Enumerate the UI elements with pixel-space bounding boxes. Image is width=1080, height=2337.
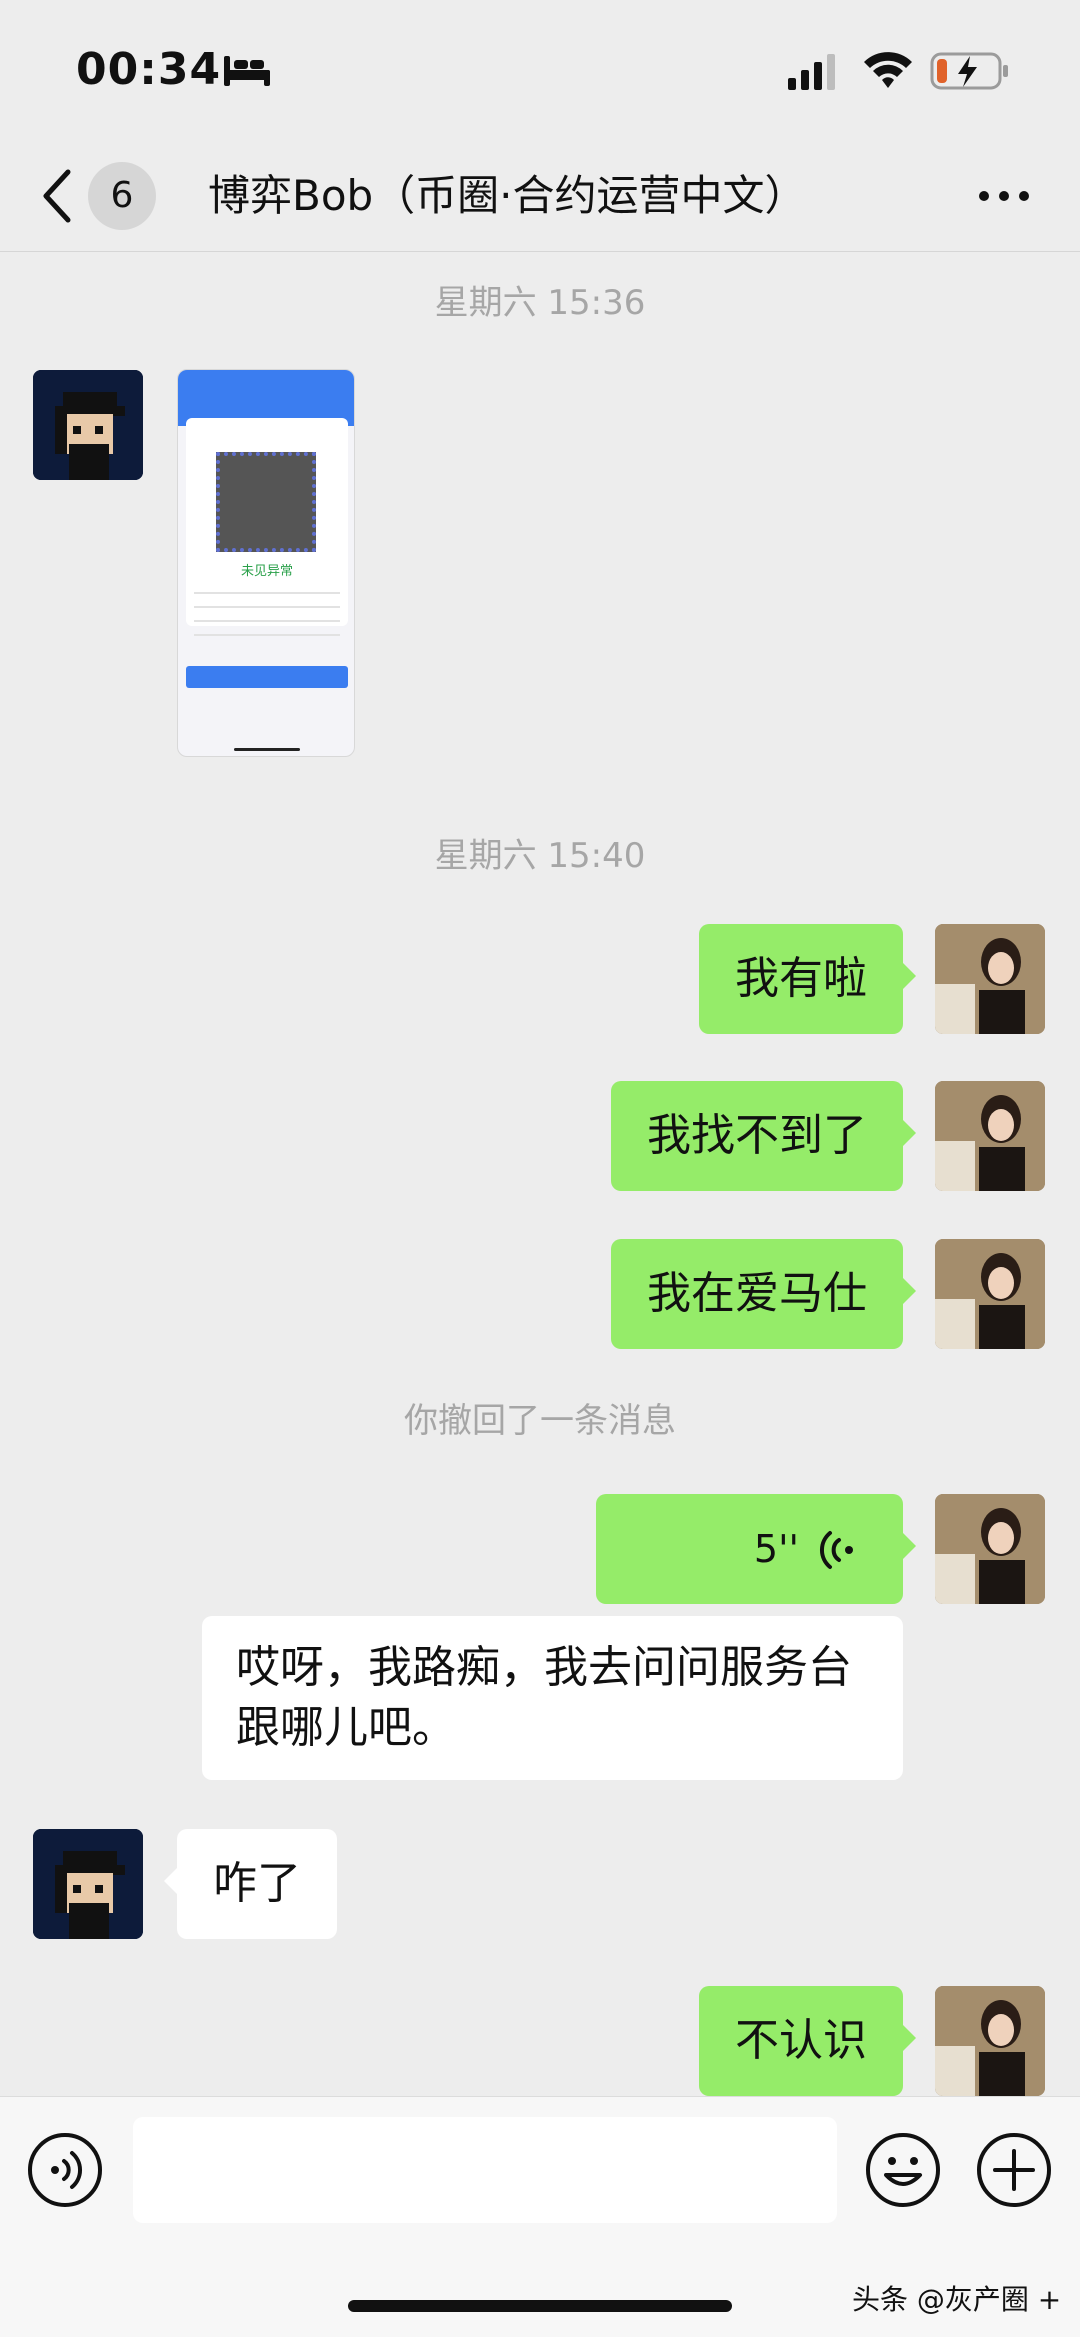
contact-avatar[interactable] xyxy=(33,370,143,480)
photo-avatar-icon xyxy=(935,1494,1045,1604)
chat-screen: 00:34 6 博弈Bob（币圈·合约运营中文） 星期六 15:36 未见异常 … xyxy=(0,0,1080,2337)
thumbnail-info-row xyxy=(194,620,340,622)
photo-avatar-icon xyxy=(935,1986,1045,2096)
message-input[interactable] xyxy=(133,2117,837,2223)
sent-message-bubble[interactable]: 我在爱马仕 xyxy=(611,1239,916,1349)
pixel-avatar-icon xyxy=(33,1829,143,1939)
status-time: 00:34 xyxy=(76,44,222,95)
chat-title: 博弈Bob（币圈·合约运营中文） xyxy=(208,171,807,220)
thumbnail-info-row xyxy=(194,606,340,608)
my-avatar[interactable] xyxy=(935,1239,1045,1349)
thumbnail-info-row xyxy=(194,592,340,594)
thumbnail-status-text: 未见异常 xyxy=(240,564,293,579)
pixel-avatar-icon xyxy=(33,370,143,480)
photo-avatar-icon xyxy=(935,924,1045,1034)
voice-transcription-card[interactable]: 哎呀，我路痴，我去问问服务台 跟哪儿吧。 xyxy=(202,1616,903,1780)
voice-mode-icon[interactable] xyxy=(26,2131,104,2209)
my-avatar[interactable] xyxy=(935,1081,1045,1191)
photo-avatar-icon xyxy=(935,1081,1045,1191)
transcription-line: 跟哪儿吧。 xyxy=(236,1702,456,1753)
watermark: 头条 @灰产圈 + xyxy=(852,2283,1062,2316)
voice-wave-icon xyxy=(819,1531,853,1569)
contact-avatar[interactable] xyxy=(33,1829,143,1939)
battery-charging-icon xyxy=(930,52,1008,90)
emoji-icon[interactable] xyxy=(864,2131,942,2209)
image-message-thumbnail[interactable]: 未见异常 xyxy=(177,369,355,757)
chat-header: 6 博弈Bob（币圈·合约运营中文） xyxy=(0,140,1080,252)
voice-message-bubble[interactable]: 5'' xyxy=(596,1494,916,1604)
status-bar: 00:34 xyxy=(0,0,1080,140)
sent-message-bubble[interactable]: 我找不到了 xyxy=(611,1081,916,1191)
my-avatar[interactable] xyxy=(935,924,1045,1034)
voice-duration: 5'' xyxy=(753,1527,799,1571)
thumbnail-info-row xyxy=(194,634,340,636)
timestamp: 星期六 15:36 xyxy=(434,283,646,323)
unread-count-badge[interactable]: 6 xyxy=(88,162,156,230)
received-message-bubble[interactable]: 咋了 xyxy=(164,1829,337,1939)
sent-message-bubble[interactable]: 我有啦 xyxy=(699,924,916,1034)
recall-notice[interactable]: 你撤回了一条消息 xyxy=(0,1393,1080,1442)
signal-icon xyxy=(788,54,835,90)
sent-message-bubble[interactable]: 不认识 xyxy=(699,1986,916,2096)
thumbnail-face-photo xyxy=(216,452,316,552)
thumbnail-button xyxy=(186,666,348,688)
timestamp: 星期六 15:40 xyxy=(434,836,646,876)
my-avatar[interactable] xyxy=(935,1986,1045,2096)
plus-circle-icon[interactable] xyxy=(975,2131,1053,2209)
chevron-left-icon[interactable] xyxy=(40,168,74,224)
wifi-icon xyxy=(864,52,912,88)
transcription-line: 哎呀，我路痴，我去问问服务台 xyxy=(236,1642,852,1693)
bed-icon xyxy=(224,56,270,86)
home-indicator[interactable] xyxy=(348,2300,732,2312)
more-dots-icon[interactable] xyxy=(976,182,1032,210)
my-avatar[interactable] xyxy=(935,1494,1045,1604)
photo-avatar-icon xyxy=(935,1239,1045,1349)
thumbnail-home-indicator xyxy=(234,748,300,751)
